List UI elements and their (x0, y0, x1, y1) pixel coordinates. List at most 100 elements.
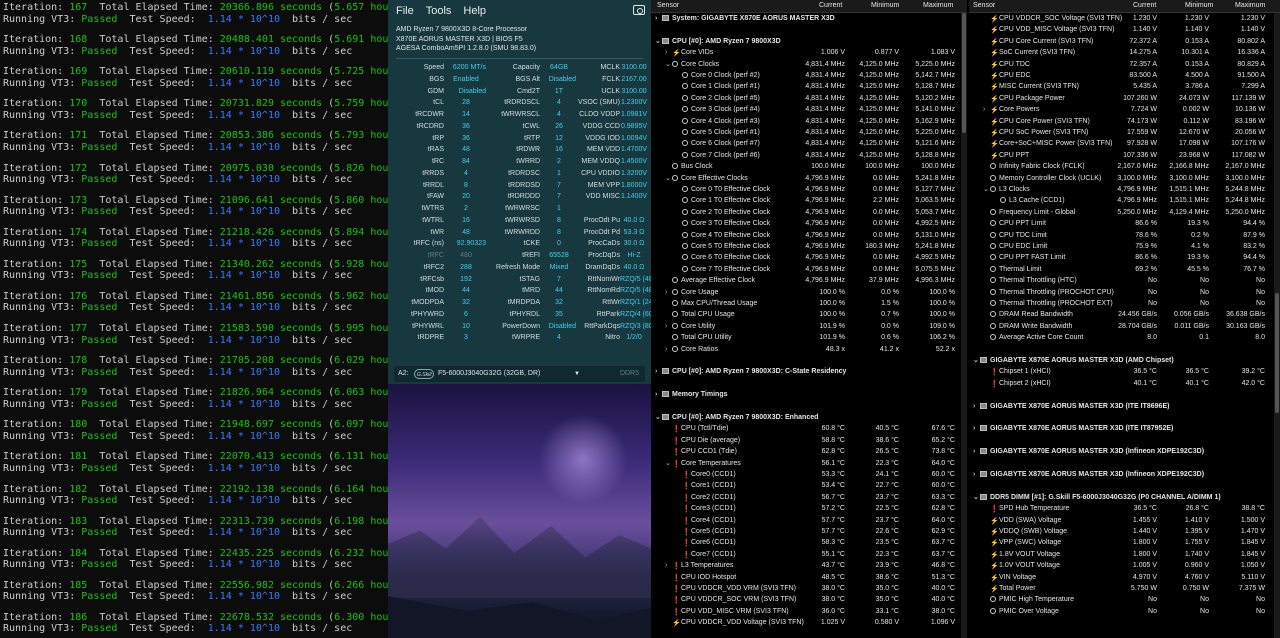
sensor-row[interactable]: ⚡VPP (SWC) Voltage 1.800 V 1.755 V 1.845 V (969, 537, 1280, 548)
sensor-row[interactable]: Core 7 Clock (perf #6) 4,831.4 MHz 4,125.0… (651, 150, 967, 161)
sensor-group[interactable]: › System: GIGABYTE X870E AORUS MASTER X3D (651, 13, 967, 24)
sensor-row[interactable]: CPU PPT FAST Limit 86.6 % 19.3 % 94.4 % (969, 252, 1280, 263)
sensor-row[interactable]: ❗Chipset 1 (xHCI) 36.5 °C 36.5 °C 39.2 °C (969, 366, 1280, 377)
collapse-icon[interactable]: ⌄ (665, 458, 672, 469)
sensor-row[interactable]: Average Effective Clock 4,796.9 MHz 37.9 M… (651, 275, 967, 286)
sensor-row[interactable]: Core 1 T0 Effective Clock 4,796.9 MHz 2.2 … (651, 195, 967, 206)
sensor-row[interactable]: ⚡CPU Package Power 107.260 W 24.073 W 117.1… (969, 93, 1280, 104)
sensor-row[interactable]: ⌄❗Core Temperatures 56.1 °C 22.3 °C 64.0 °C (651, 458, 967, 469)
sensor-row[interactable]: Average Active Core Count 8.0 0.1 8.0 (969, 332, 1280, 343)
sensor-row[interactable]: ❗CPU VDD_MISC VRM (SVI3 TFN) 36.0 °C 33.1 … (651, 606, 967, 617)
sensor-row[interactable]: ⚡SoC Current (SVI3 TFN) 14.275 A 10.301 A 1… (969, 47, 1280, 58)
sensor-row[interactable]: ⚡CPU Core Current (SVI3 TFN) 72.372 A 0.15… (969, 36, 1280, 47)
dropdown-arrow-icon[interactable]: ▼ (574, 366, 580, 382)
sensor-group[interactable]: ⌄ GIGABYTE X870E AORUS MASTER X3D (AMD Ch… (969, 355, 1280, 366)
sensor-row[interactable]: Thermal Limit 69.2 % 45.5 % 76.7 % (969, 264, 1280, 275)
sensor-row[interactable]: ❗CPU (Tctl/Tdie) 60.8 °C 40.5 °C 67.6 °C (651, 423, 967, 434)
header-minimum[interactable]: Minimum (1185, 2, 1213, 9)
sensor-row[interactable]: Total CPU Usage 100.0 % 0.7 % 100.0 % (651, 309, 967, 320)
menu-file[interactable]: File (396, 5, 414, 17)
menu-help[interactable]: Help (463, 5, 486, 17)
sensor-group[interactable]: ⌄ CPU [#0]: AMD Ryzen 7 9800X3D: Enhanced (651, 412, 967, 423)
sensor-row[interactable]: ⚡Core+SoC+MISC Power (SVI3 TFN) 97.928 W 1… (969, 138, 1280, 149)
sensor-row[interactable]: ⚡1.8V VOUT Voltage 1.800 V 1.740 V 1.845 V (969, 549, 1280, 560)
header-current[interactable]: Current (1133, 2, 1156, 9)
sensor-row[interactable]: Core 1 Clock (perf #1) 4,831.4 MHz 4,125.0… (651, 81, 967, 92)
expand-icon[interactable]: › (665, 321, 672, 332)
sensor-row[interactable]: › Core Ratios 48.3 x 41.2 x 52.2 x (651, 344, 967, 355)
sensor-row[interactable]: Core 3 T0 Effective Clock 4,796.9 MHz 0.0 … (651, 218, 967, 229)
sensor-row[interactable]: ❗Core2 (CCD1) 56.7 °C 23.7 °C 63.3 °C (651, 492, 967, 503)
sensor-group[interactable]: › GIGABYTE X870E AORUS MASTER X3D (ITE IT… (969, 401, 1280, 412)
sensor-row[interactable]: Infinity Fabric Clock (FCLK) 2,167.0 MHz 2… (969, 161, 1280, 172)
expand-icon[interactable]: › (665, 560, 672, 571)
sensor-row[interactable]: › ⚡Core Powers 7.724 W 0.002 W 10.136 W (969, 104, 1280, 115)
sensor-row[interactable]: › Core Utility 101.9 % 0.0 % 109.0 % (651, 321, 967, 332)
sensor-row[interactable]: CPU TDC Limit 78.6 % 0.2 % 87.9 % (969, 230, 1280, 241)
sensor-row[interactable]: Core 0 Clock (perf #2) 4,831.4 MHz 4,125.0… (651, 70, 967, 81)
sensor-row[interactable]: ⚡VDDQ (SWB) Voltage 1.440 V 1.395 V 1.470 V (969, 526, 1280, 537)
sensor-row[interactable]: ❗Core7 (CCD1) 55.1 °C 22.3 °C 63.7 °C (651, 549, 967, 560)
sensor-row[interactable]: ⚡VDD (SWA) Voltage 1.455 V 1.410 V 1.500 V (969, 515, 1280, 526)
expand-icon[interactable]: › (973, 446, 980, 457)
sensor-row[interactable]: ⚡VIN Voltage 4.970 V 4.760 V 5.110 V (969, 572, 1280, 583)
sensor-row[interactable]: PMIC High Temperature No No No (969, 594, 1280, 605)
sensor-row[interactable]: Core 5 T0 Effective Clock 4,796.9 MHz 180.… (651, 241, 967, 252)
expand-icon[interactable]: › (655, 13, 662, 24)
sensor-row[interactable]: Core 4 T0 Effective Clock 4,796.9 MHz 0.0 … (651, 230, 967, 241)
dimm-selector[interactable]: A2: G.Skill F5-6000J3040G32G (32GB, DR) … (394, 366, 645, 382)
sensor-group[interactable]: ⌄ DDR5 DIMM [#1]: G.Skill F5-6000J3040G32… (969, 492, 1280, 503)
sensor-row[interactable]: Core 0 T0 Effective Clock 4,796.9 MHz 0.0 … (651, 184, 967, 195)
collapse-icon[interactable]: ⌄ (655, 36, 662, 47)
sensor-row[interactable]: DRAM Read Bandwidth 24.456 GB/s 0.056 GB/s… (969, 309, 1280, 320)
sensor-row[interactable]: CPU EDC Limit 75.9 % 4.1 % 83.2 % (969, 241, 1280, 252)
sensor-row[interactable]: › ❗L3 Temperatures 43.7 °C 23.9 °C 46.8 °C (651, 560, 967, 571)
sensor-row[interactable]: ❗CPU Die (average) 58.8 °C 38.6 °C 65.2 °C (651, 435, 967, 446)
sensor-row[interactable]: Core 7 T0 Effective Clock 4,796.9 MHz 0.0 … (651, 264, 967, 275)
collapse-icon[interactable]: ⌄ (973, 355, 980, 366)
sensor-row[interactable]: ⚡CPU SoC Power (SVI3 TFN) 17.559 W 12.670 … (969, 127, 1280, 138)
collapse-icon[interactable]: ⌄ (665, 173, 672, 184)
sensor-row[interactable]: ❗Core4 (CCD1) 57.7 °C 23.7 °C 64.0 °C (651, 515, 967, 526)
header-sensor[interactable]: Sensor (657, 2, 679, 9)
sensor-row[interactable]: ❗Chipset 2 (xHCI) 40.1 °C 40.1 °C 42.0 °C (969, 378, 1280, 389)
sensor-row[interactable]: Total CPU Utility 101.9 % 0.6 % 106.2 % (651, 332, 967, 343)
sensor-row[interactable]: ⌄ Core Clocks 4,831.4 MHz 4,125.0 MHz 5,225.… (651, 59, 967, 70)
sensor-row[interactable]: ❗CPU CCD1 (Tdie) 62.8 °C 26.5 °C 73.8 °C (651, 446, 967, 457)
sensor-row[interactable]: Core 4 Clock (perf #3) 4,831.4 MHz 4,125.0… (651, 116, 967, 127)
scrollbar[interactable] (1274, 13, 1280, 638)
sensor-row[interactable]: Thermal Throttling (PROCHOT EXT) No No No (969, 298, 1280, 309)
sensor-group[interactable]: › GIGABYTE X870E AORUS MASTER X3D (ITE IT… (969, 423, 1280, 434)
sensor-row[interactable]: Thermal Throttling (HTC) No No No (969, 275, 1280, 286)
header-maximum[interactable]: Maximum (1235, 2, 1265, 9)
sensor-row[interactable]: ⚡MISC Current (SVI3 TFN) 5.435 A 3.786 A 7.… (969, 81, 1280, 92)
sensor-group[interactable]: › Memory Timings (651, 389, 967, 400)
sensor-row[interactable]: Core 6 Clock (perf #7) 4,831.4 MHz 4,125.0… (651, 138, 967, 149)
expand-icon[interactable]: › (665, 287, 672, 298)
header-current[interactable]: Current (819, 2, 842, 9)
header-maximum[interactable]: Maximum (923, 2, 953, 9)
sensor-row[interactable]: ⚡CPU Core Power (SVI3 TFN) 74.173 W 0.112 … (969, 116, 1280, 127)
sensor-row[interactable]: ⚡1.0V VOUT Voltage 1.005 V 0.960 V 1.050 V (969, 560, 1280, 571)
sensor-row[interactable]: Core 5 Clock (perf #1) 4,831.4 MHz 4,125.0… (651, 127, 967, 138)
sensor-row[interactable]: CPU PPT Limit 86.6 % 19.3 % 94.4 % (969, 218, 1280, 229)
sensor-row[interactable]: ⚡CPU VDDCR_SOC Voltage (SVI3 TFN) 1.230 V… (969, 13, 1280, 24)
sensor-row[interactable]: ❗CPU VDDCR_VDD VRM (SVI3 TFN) 38.0 °C 35.0… (651, 583, 967, 594)
collapse-icon[interactable]: ⌄ (973, 492, 980, 503)
sensor-row[interactable]: ⌄ L3 Clocks 4,796.9 MHz 1,515.1 MHz 5,244.8 … (969, 184, 1280, 195)
header-minimum[interactable]: Minimum (871, 2, 899, 9)
sensor-row[interactable]: ⚡CPU EDC 83.500 A 4.500 A 91.500 A (969, 70, 1280, 81)
sensor-row[interactable]: ❗Core3 (CCD1) 57.2 °C 22.5 °C 62.8 °C (651, 503, 967, 514)
sensor-row[interactable]: DRAM Write Bandwidth 28.704 GB/s 0.011 GB/… (969, 321, 1280, 332)
sensor-row[interactable]: ⚡CPU VDDCR_VDD Voltage (SVI3 TFN) 1.025 V… (651, 617, 967, 628)
sensor-row[interactable]: Core 3 Clock (perf #4) 4,831.4 MHz 4,125.0… (651, 104, 967, 115)
collapse-icon[interactable]: ⌄ (665, 59, 672, 70)
expand-icon[interactable]: › (983, 104, 990, 115)
sensor-row[interactable]: Core 2 T0 Effective Clock 4,796.9 MHz 0.0 … (651, 207, 967, 218)
sensor-row[interactable]: PMIC Over Voltage No No No (969, 606, 1280, 617)
sensor-row[interactable]: Bus Clock 100.0 MHz 100.0 MHz 100.0 MHz (651, 161, 967, 172)
sensor-row[interactable]: ❗CPU IOD Hotspot 48.5 °C 38.6 °C 51.3 °C (651, 572, 967, 583)
sensor-group[interactable]: › GIGABYTE X870E AORUS MASTER X3D (Infine… (969, 469, 1280, 480)
expand-icon[interactable]: › (973, 401, 980, 412)
sensor-row[interactable]: Max CPU/Thread Usage 100.0 % 1.5 % 100.0 % (651, 298, 967, 309)
